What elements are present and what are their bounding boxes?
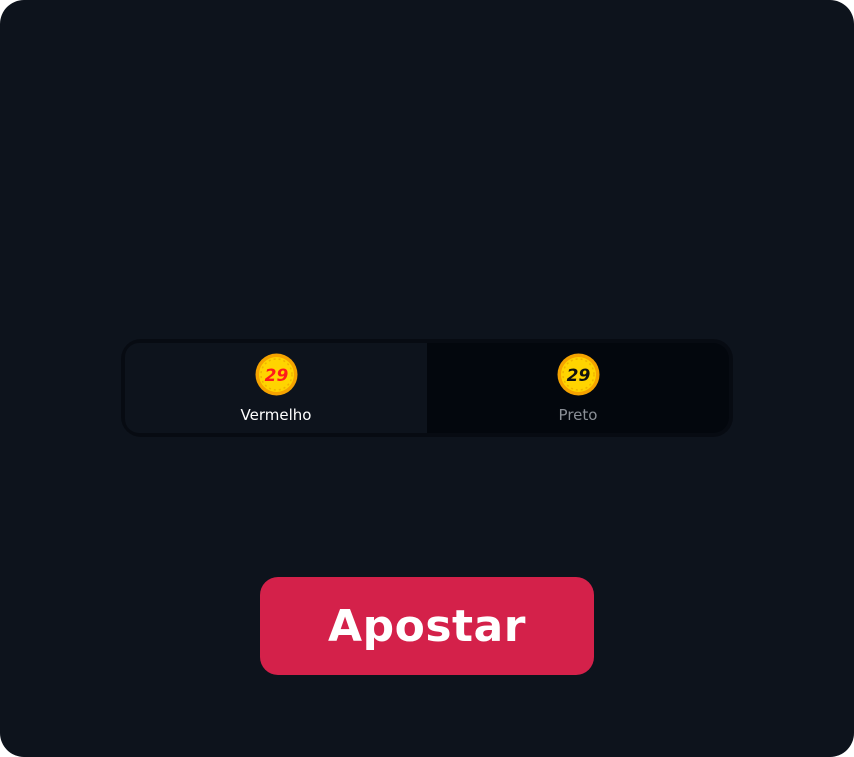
- bet-panel: 29 Vermelho 29 Preto Apostar: [0, 0, 854, 757]
- red-coin-icon: 29: [255, 353, 298, 396]
- black-coin-number: 29: [566, 366, 590, 386]
- color-selector: 29 Vermelho 29 Preto: [121, 339, 733, 437]
- option-label-preto: Preto: [558, 406, 598, 424]
- option-vermelho[interactable]: 29 Vermelho: [125, 343, 427, 433]
- apostar-button-label: Apostar: [328, 600, 526, 652]
- black-coin-icon: 29: [557, 353, 600, 396]
- option-preto[interactable]: 29 Preto: [427, 343, 729, 433]
- option-label-vermelho: Vermelho: [240, 406, 312, 424]
- apostar-button[interactable]: Apostar: [260, 577, 594, 675]
- red-coin-number: 29: [264, 366, 288, 386]
